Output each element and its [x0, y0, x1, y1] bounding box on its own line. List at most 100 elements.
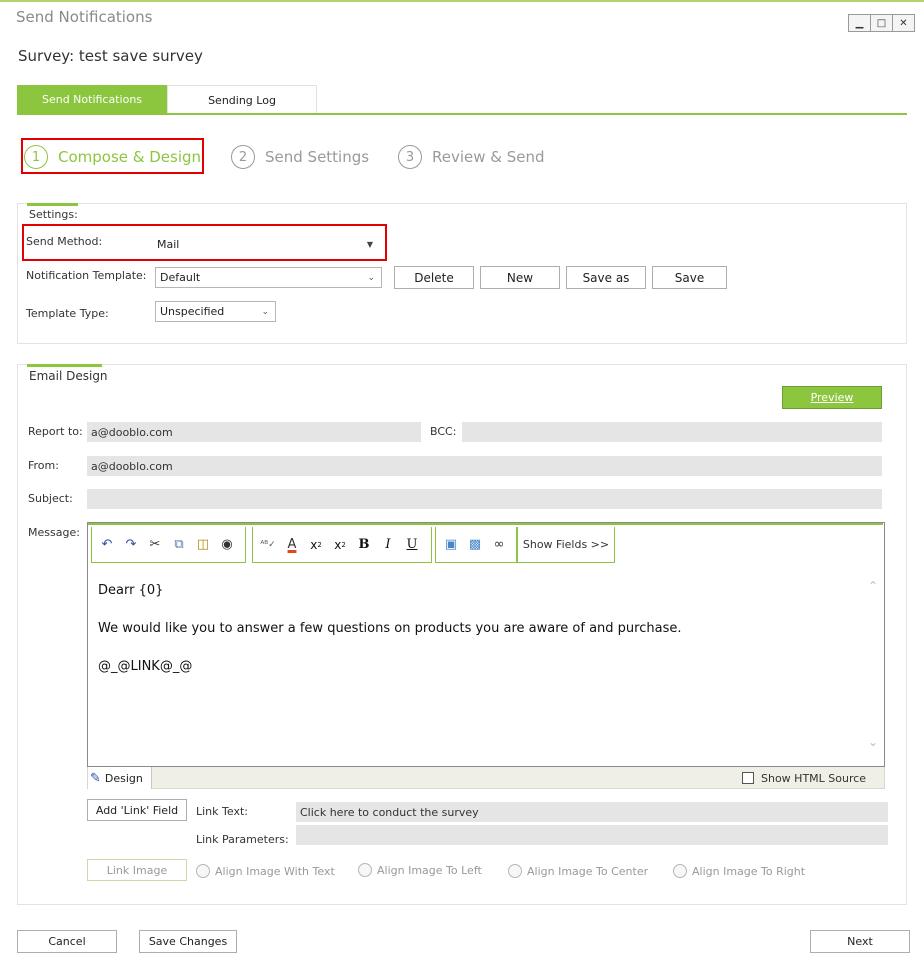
settings-heading: Settings: — [29, 208, 78, 221]
subject-label: Subject: — [28, 492, 73, 505]
window-top-accent — [0, 0, 924, 2]
toolbar-group-edit: ↶ ↷ ✂ ⧉ ◫ ◉ — [91, 527, 246, 563]
insert-object-icon[interactable]: ▩ — [464, 534, 486, 556]
design-tab-label: Design — [104, 771, 143, 785]
survey-title: Survey: test save survey — [18, 47, 203, 65]
save-button[interactable]: Save — [652, 266, 727, 289]
spellcheck-icon[interactable]: ᴬᴮ✓ — [257, 534, 279, 556]
notification-template-label: Notification Template: — [26, 269, 147, 282]
template-type-select[interactable]: Unspecified ⌄ — [155, 301, 276, 322]
subscript-icon[interactable]: x2 — [305, 534, 327, 556]
link-text-field[interactable]: Click here to conduct the survey — [296, 802, 888, 822]
template-type-label: Template Type: — [26, 307, 109, 320]
italic-icon[interactable]: I — [377, 534, 399, 556]
notification-template-select[interactable]: Default ⌄ — [155, 267, 382, 288]
align-with-text-option[interactable]: Align Image With Text — [196, 864, 335, 878]
scroll-up-icon[interactable]: ⌃ — [868, 579, 878, 593]
next-button[interactable]: Next — [810, 930, 910, 953]
font-color-icon[interactable]: A — [281, 534, 303, 556]
step-number: 1 — [24, 145, 48, 169]
radio-button[interactable] — [673, 864, 687, 878]
pencil-icon: ✎ — [90, 770, 101, 786]
superscript-icon[interactable]: x2 — [329, 534, 351, 556]
link-parameters-label: Link Parameters: — [196, 833, 289, 846]
from-label: From: — [28, 459, 59, 472]
align-left-option[interactable]: Align Image To Left — [358, 863, 482, 877]
save-changes-button[interactable]: Save Changes — [139, 930, 237, 953]
report-to-label: Report to: — [28, 425, 83, 438]
step-send-settings[interactable]: 2 Send Settings — [231, 144, 369, 170]
notification-template-value: Default — [160, 271, 201, 284]
bold-icon[interactable]: B — [353, 534, 375, 556]
step-review-send[interactable]: 3 Review & Send — [398, 144, 545, 170]
send-method-select[interactable]: Mail ▼ — [153, 233, 381, 255]
chevron-down-icon: ⌄ — [367, 272, 375, 283]
dropdown-caret-icon: ▼ — [366, 239, 373, 249]
radio-button[interactable] — [508, 864, 522, 878]
align-right-option[interactable]: Align Image To Right — [673, 864, 805, 878]
undo-icon[interactable]: ↶ — [96, 534, 118, 556]
cancel-button[interactable]: Cancel — [17, 930, 117, 953]
align-option-label: Align Image To Right — [692, 864, 806, 878]
insert-image-icon[interactable]: ▣ — [440, 534, 462, 556]
from-field[interactable]: a@dooblo.com — [87, 456, 882, 476]
editor-top-accent — [88, 523, 883, 525]
template-type-value: Unspecified — [160, 305, 225, 318]
step-label: Compose & Design — [58, 148, 202, 166]
message-line: We would like you to answer a few questi… — [98, 621, 682, 636]
toolbar-group-insert: ▣ ▩ ∞ — [435, 527, 517, 563]
subject-field[interactable] — [87, 489, 882, 509]
email-design-heading-accent — [27, 364, 102, 367]
email-design-heading: Email Design — [29, 369, 108, 383]
bcc-field[interactable] — [462, 422, 882, 442]
step-label: Send Settings — [265, 148, 370, 166]
chevron-down-icon: ⌄ — [261, 306, 269, 317]
step-number: 3 — [398, 145, 422, 169]
preview-button[interactable]: Preview — [782, 386, 882, 409]
window-controls: ▁ □ ✕ — [848, 14, 915, 32]
bcc-label: BCC: — [430, 425, 457, 438]
align-center-option[interactable]: Align Image To Center — [508, 864, 648, 878]
close-button[interactable]: ✕ — [892, 14, 915, 32]
show-html-source-label: Show HTML Source — [761, 772, 867, 785]
toolbar-group-format: ᴬᴮ✓ A x2 x2 B I U — [252, 527, 432, 563]
radio-button[interactable] — [358, 863, 372, 877]
message-line: @_@LINK@_@ — [98, 659, 193, 674]
scroll-down-icon[interactable]: ⌄ — [868, 735, 878, 749]
tab-send-notifications[interactable]: Send Notifications — [17, 85, 167, 114]
maximize-button[interactable]: □ — [870, 14, 893, 32]
redo-icon[interactable]: ↷ — [120, 534, 142, 556]
message-label: Message: — [28, 526, 80, 539]
align-option-label: Align Image To Left — [377, 863, 482, 877]
show-fields-button[interactable]: Show Fields >> — [517, 527, 615, 563]
send-method-value: Mail — [157, 237, 180, 251]
radio-button[interactable] — [196, 864, 210, 878]
minimize-button[interactable]: ▁ — [848, 14, 871, 32]
save-as-button[interactable]: Save as — [566, 266, 646, 289]
add-link-field-button[interactable]: Add 'Link' Field — [87, 799, 187, 821]
step-label: Review & Send — [432, 148, 545, 166]
tab-underline — [17, 113, 907, 115]
align-option-label: Align Image To Center — [527, 864, 649, 878]
underline-icon[interactable]: U — [401, 534, 423, 556]
show-html-source-checkbox[interactable] — [742, 772, 754, 784]
tab-sending-log[interactable]: Sending Log — [167, 85, 317, 114]
settings-heading-accent — [27, 203, 78, 206]
link-image-button[interactable]: Link Image — [87, 859, 187, 881]
copy-icon[interactable]: ⧉ — [168, 534, 190, 556]
link-text-label: Link Text: — [196, 805, 248, 818]
send-method-label: Send Method: — [26, 235, 103, 248]
insert-link-icon[interactable]: ∞ — [488, 534, 510, 556]
delete-button[interactable]: Delete — [394, 266, 474, 289]
paste-icon[interactable]: ◫ — [192, 534, 214, 556]
link-parameters-field[interactable] — [296, 825, 888, 845]
cut-icon[interactable]: ✂ — [144, 534, 166, 556]
step-compose-design[interactable]: 1 Compose & Design — [24, 144, 201, 170]
new-button[interactable]: New — [480, 266, 560, 289]
window-title: Send Notifications — [16, 8, 153, 26]
find-icon[interactable]: ◉ — [216, 534, 238, 556]
report-to-field[interactable]: a@dooblo.com — [87, 422, 421, 442]
align-option-label: Align Image With Text — [215, 864, 335, 878]
design-tab[interactable]: ✎ Design — [88, 767, 152, 789]
step-number: 2 — [231, 145, 255, 169]
